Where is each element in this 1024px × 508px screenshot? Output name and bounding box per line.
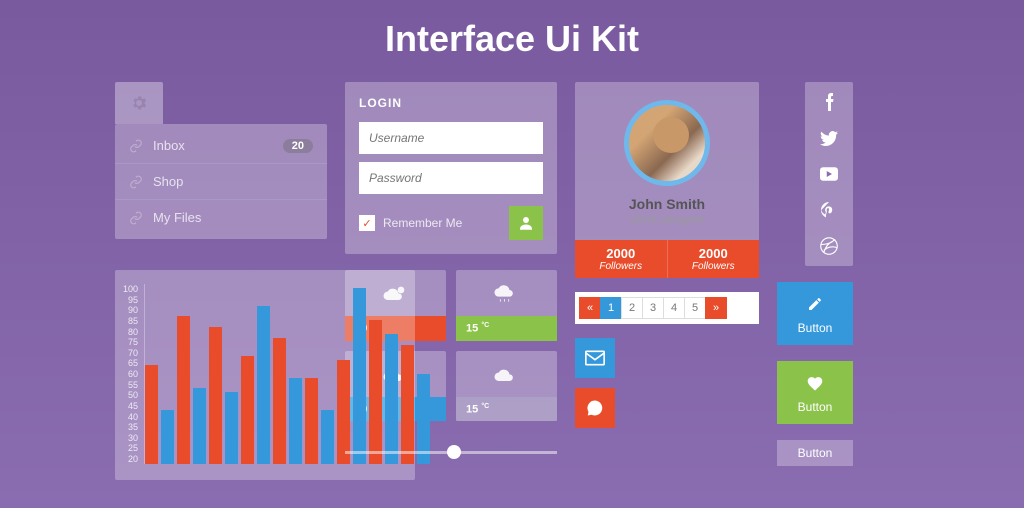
slider[interactable] [345,443,557,463]
dribbble-icon[interactable] [819,236,839,256]
facebook-icon[interactable] [819,92,839,112]
slider-thumb[interactable] [447,445,461,459]
page-4[interactable]: 4 [663,297,685,319]
page-prev[interactable]: « [579,297,601,319]
sidebar-item-files[interactable]: My Files [115,200,327,235]
sidebar-label: My Files [153,210,201,225]
button-edit[interactable]: Button [777,282,853,345]
followers-stat[interactable]: 2000 Followers [575,240,668,278]
youtube-icon[interactable] [819,164,839,184]
followers-stat[interactable]: 2000 Followers [668,240,760,278]
profile-name: John Smith [575,196,759,212]
twitter-icon[interactable] [819,128,839,148]
sidebar-settings-tab[interactable] [115,82,163,124]
login-title: LOGIN [359,96,543,110]
username-input[interactable] [359,122,543,154]
link-icon [129,211,143,225]
page-1[interactable]: 1 [600,297,622,319]
chat-icon [586,399,604,417]
page-next[interactable]: » [705,297,727,319]
sidebar-label: Shop [153,174,183,189]
login-panel: LOGIN ✓ Remember Me [345,82,557,254]
heart-icon [806,375,824,391]
remember-label: Remember Me [383,216,501,230]
profile-title: UI/UX Designer [575,214,759,226]
link-icon [129,139,143,153]
sidebar-label: Inbox [153,138,185,153]
button-generic[interactable]: Button [777,440,853,466]
page-5[interactable]: 5 [684,297,706,319]
temp-label: 15 °C [456,397,557,422]
user-icon [517,214,535,232]
weather-card[interactable]: 15 °C [456,351,557,422]
sidebar-item-inbox[interactable]: Inbox 20 [115,128,327,164]
page-2[interactable]: 2 [621,297,643,319]
remember-checkbox[interactable]: ✓ [359,215,375,231]
sidebar-item-shop[interactable]: Shop [115,164,327,200]
chat-button[interactable] [575,388,615,428]
cloud-icon [493,366,521,386]
link-icon [129,175,143,189]
mail-icon [585,350,605,366]
temp-label: 15 °C [456,316,557,341]
social-panel [805,82,853,266]
avatar[interactable] [624,100,710,186]
profile-card: John Smith UI/UX Designer 2000 Followers… [575,82,759,278]
page-title: Interface Ui Kit [0,0,1024,82]
password-input[interactable] [359,162,543,194]
pinterest-icon[interactable] [819,200,839,220]
login-submit-button[interactable] [509,206,543,240]
page-3[interactable]: 3 [642,297,664,319]
gear-icon [130,94,148,112]
pagination: « 1 2 3 4 5 » [575,292,759,324]
cloud-rain-icon [493,285,521,305]
pencil-icon [807,296,823,312]
mail-button[interactable] [575,338,615,378]
inbox-badge: 20 [283,139,313,153]
weather-card[interactable]: 15 °C [456,270,557,341]
sidebar: Inbox 20 Shop My Files [115,82,327,239]
y-axis: 10095908580757065605550454035302520 [123,284,144,464]
button-like[interactable]: Button [777,361,853,424]
chart-bars [144,284,430,464]
